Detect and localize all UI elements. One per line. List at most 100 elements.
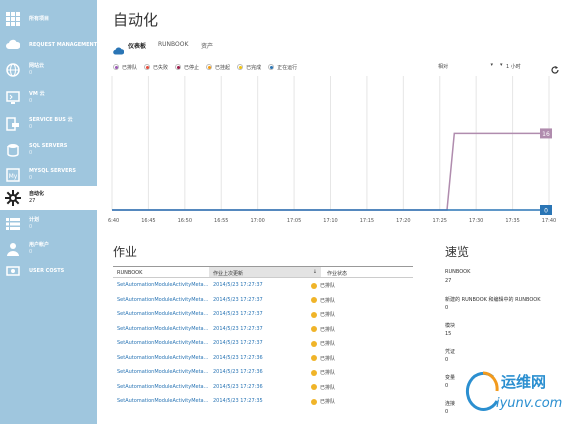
- gear-icon: [5, 190, 21, 206]
- x-tick-label: 16:45: [141, 218, 155, 224]
- sidebar-item-user-costs[interactable]: USER COSTS: [0, 260, 97, 282]
- table-row[interactable]: SetAutomationModuleActivityMeta... 2014/5…: [113, 365, 413, 380]
- table-row[interactable]: SetAutomationModuleActivityMeta... 2014/5…: [113, 336, 413, 351]
- sort-down-icon: ↓: [312, 269, 317, 275]
- sidebar-item-request-management[interactable]: REQUEST MANAGEMENT: [0, 34, 97, 56]
- legend-label: 已排队: [122, 64, 138, 71]
- sidebar-item-plans[interactable]: 计划 0: [0, 213, 97, 235]
- last-updated-link[interactable]: 2014/5/23 17:27:36: [213, 355, 263, 361]
- sidebar-item-automation[interactable]: 自动化 27: [0, 186, 97, 210]
- legend-item-completed[interactable]: 已完成: [237, 64, 261, 71]
- runbook-link[interactable]: SetAutomationModuleActivityMeta...: [117, 340, 208, 346]
- sidebar-item-websites[interactable]: 网站云 0: [0, 59, 97, 81]
- summary-label-credentials: 凭证: [445, 349, 456, 355]
- tab-runbook[interactable]: RUNBOOK: [158, 41, 188, 48]
- main-content: 自动化 仪表板 RUNBOOK 资产 已排队 已失败 已停止 已挂起 已完成 正…: [97, 0, 571, 424]
- queued-status-icon: [311, 311, 317, 318]
- sidebar-item-sql-servers[interactable]: SQL SERVERS 0: [0, 139, 97, 161]
- tab-assets[interactable]: 资产: [201, 41, 213, 50]
- table-row[interactable]: SetAutomationModuleActivityMeta... 2014/5…: [113, 394, 413, 409]
- legend-item-suspended[interactable]: 已挂起: [206, 64, 230, 71]
- column-header-status[interactable]: 作业状态: [327, 270, 347, 277]
- runbook-link[interactable]: SetAutomationModuleActivityMeta...: [117, 398, 208, 404]
- sidebar-item-vm[interactable]: VM 云 0: [0, 87, 97, 109]
- summary-value-variables: 0: [445, 383, 449, 389]
- sidebar-item-count: 0: [29, 175, 33, 181]
- x-tick-label: 17:05: [287, 218, 301, 224]
- queued-status-icon: [311, 384, 317, 390]
- x-tick-label: 16:50: [178, 218, 192, 224]
- service-bus-icon: [5, 116, 21, 132]
- runbook-link[interactable]: SetAutomationModuleActivityMeta...: [117, 282, 208, 288]
- watermark-text: 运维网: [501, 373, 547, 391]
- range-select-value: 1 小时: [506, 64, 521, 70]
- jobs-table-header: RUNBOOK 作业上次更新 ↓ 作业状态: [113, 266, 413, 278]
- runbook-link[interactable]: SetAutomationModuleActivityMeta...: [117, 326, 208, 332]
- series-end-label: 0: [544, 208, 548, 215]
- job-status: 已排队: [311, 384, 335, 391]
- x-tick-label: 17:25: [433, 218, 447, 224]
- interval-select[interactable]: 相对 ▾: [438, 62, 493, 71]
- last-updated-link[interactable]: 2014/5/23 17:27:35: [213, 398, 263, 404]
- x-tick-label: 17:30: [469, 218, 483, 224]
- legend-dot: [237, 64, 244, 70]
- summary-label-new-runbook: 新建的 RUNBOOK 和编辑中的 RUNBOOK: [445, 297, 541, 303]
- tab-dashboard[interactable]: 仪表板: [128, 41, 146, 50]
- sidebar-item-mysql-servers[interactable]: My MYSQL SERVERS 0: [0, 164, 97, 186]
- runbook-link[interactable]: SetAutomationModuleActivityMeta...: [117, 384, 208, 390]
- last-updated-link[interactable]: 2014/5/23 17:27:37: [213, 326, 263, 332]
- table-row[interactable]: SetAutomationModuleActivityMeta... 2014/5…: [113, 293, 413, 308]
- job-status-label: 已排队: [320, 341, 336, 347]
- last-updated-link[interactable]: 2014/5/23 17:27:37: [213, 340, 263, 346]
- chevron-down-icon: ▾: [490, 62, 493, 68]
- queued-status-icon: [311, 398, 317, 405]
- list-icon: [5, 216, 21, 232]
- job-status-label: 已排队: [320, 297, 336, 304]
- range-select[interactable]: ▾ 1 小时: [500, 62, 534, 71]
- runbook-link[interactable]: SetAutomationModuleActivityMeta...: [117, 355, 208, 361]
- sidebar-item-service-bus[interactable]: SERVICE BUS 云 0: [0, 113, 97, 135]
- page-title: 自动化: [113, 11, 159, 29]
- last-updated-link[interactable]: 2014/5/23 17:27:36: [213, 384, 263, 390]
- column-header-label: 作业上次更新: [213, 271, 244, 277]
- runbook-link[interactable]: SetAutomationModuleActivityMeta...: [117, 297, 208, 303]
- sidebar-item-count: 0: [29, 224, 33, 230]
- job-status-label: 已排队: [320, 312, 336, 318]
- sidebar-item-all[interactable]: 所有项目: [0, 8, 97, 30]
- column-header-runbook[interactable]: RUNBOOK: [117, 270, 142, 276]
- table-row[interactable]: SetAutomationModuleActivityMeta... 2014/5…: [113, 278, 413, 293]
- cloud-icon: [5, 37, 21, 53]
- refresh-icon[interactable]: [550, 60, 560, 74]
- user-icon: [5, 241, 21, 257]
- runbook-link[interactable]: SetAutomationModuleActivityMeta...: [117, 311, 208, 317]
- table-row[interactable]: SetAutomationModuleActivityMeta... 2014/5…: [113, 380, 413, 395]
- legend-item-failed[interactable]: 已失败: [144, 64, 168, 71]
- sidebar-item-label: MYSQL SERVERS: [29, 168, 76, 174]
- legend-dot: [268, 64, 275, 70]
- table-row[interactable]: SetAutomationModuleActivityMeta... 2014/5…: [113, 351, 413, 366]
- sidebar: 所有项目 REQUEST MANAGEMENT 网站云 0 VM 云 0 SER…: [0, 0, 97, 424]
- sidebar-item-label: 自动化: [29, 191, 45, 197]
- job-status: 已排队: [311, 311, 335, 318]
- job-status: 已排队: [311, 398, 335, 405]
- sidebar-item-label: SQL SERVERS: [29, 143, 68, 149]
- grid-icon: [5, 11, 21, 27]
- legend-item-stopped[interactable]: 已停止: [175, 64, 199, 71]
- sidebar-item-user-accounts[interactable]: 用户帐户 0: [0, 238, 97, 260]
- x-tick-label: 17:35: [505, 218, 519, 224]
- database-icon: [5, 142, 21, 158]
- last-updated-link[interactable]: 2014/5/23 17:27:37: [213, 297, 263, 303]
- last-updated-link[interactable]: 2014/5/23 17:27:37: [213, 282, 263, 288]
- x-tick-label: 17:15: [360, 218, 374, 224]
- legend-item-queued[interactable]: 已排队: [113, 64, 137, 71]
- x-tick-label: 17:00: [250, 218, 264, 224]
- table-row[interactable]: SetAutomationModuleActivityMeta... 2014/5…: [113, 307, 413, 322]
- jobs-section-title: 作业: [113, 245, 138, 259]
- queued-status-icon: [311, 326, 317, 332]
- last-updated-link[interactable]: 2014/5/23 17:27:37: [213, 311, 263, 317]
- column-header-last-updated[interactable]: 作业上次更新 ↓: [209, 267, 321, 277]
- last-updated-link[interactable]: 2014/5/23 17:27:36: [213, 369, 263, 375]
- table-row[interactable]: SetAutomationModuleActivityMeta... 2014/5…: [113, 322, 413, 337]
- runbook-link[interactable]: SetAutomationModuleActivityMeta...: [117, 369, 208, 375]
- legend-item-running[interactable]: 正在运行: [268, 64, 297, 71]
